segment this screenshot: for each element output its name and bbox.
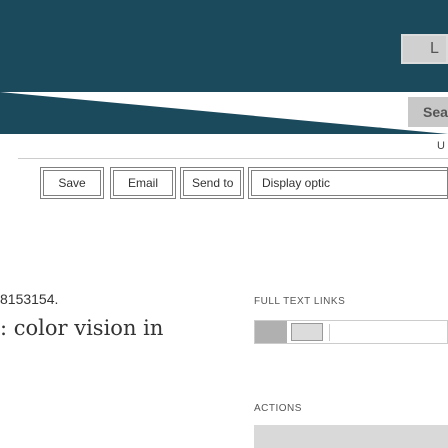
- actions-heading: ACTIONS: [254, 403, 302, 414]
- divider: [18, 158, 448, 159]
- full-text-links-heading: FULL TEXT LINKS: [254, 296, 346, 307]
- header-button[interactable]: L: [401, 34, 448, 64]
- site-header: [0, 0, 448, 92]
- search-bar-background: [0, 92, 448, 134]
- full-text-link-box-remainder: [329, 324, 440, 341]
- display-options-button-label: Display optic: [262, 176, 331, 190]
- user-link[interactable]: U: [437, 140, 445, 152]
- save-button-label: Save: [58, 176, 86, 190]
- article-title: : color vision in: [0, 316, 164, 340]
- full-text-link-2[interactable]: [291, 323, 323, 341]
- display-options-button[interactable]: Display optic: [248, 167, 448, 199]
- full-text-links-box: [254, 320, 448, 344]
- actions-button[interactable]: [254, 425, 448, 448]
- send-to-button-label: Send to: [192, 176, 234, 190]
- search-button[interactable]: Sea: [408, 97, 448, 127]
- email-button[interactable]: Email: [110, 167, 176, 199]
- header-button-label: L: [430, 40, 439, 57]
- header-diagonal-shape: [0, 92, 448, 134]
- send-to-button[interactable]: Send to: [180, 167, 244, 199]
- record-id: 8153154.: [0, 291, 59, 307]
- save-button[interactable]: Save: [40, 167, 104, 199]
- email-button-label: Email: [127, 176, 158, 190]
- full-text-link-1[interactable]: [255, 321, 287, 343]
- search-button-label: Sea: [423, 104, 448, 120]
